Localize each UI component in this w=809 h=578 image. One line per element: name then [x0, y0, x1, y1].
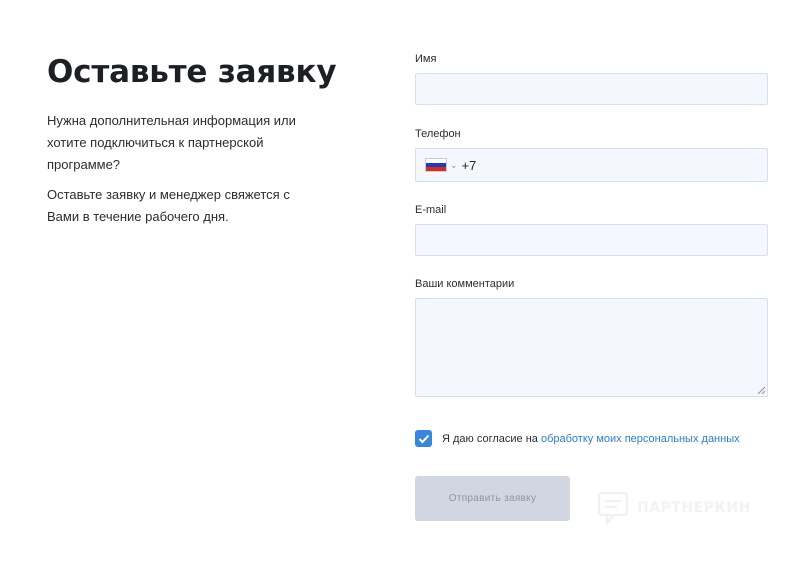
name-input[interactable] [415, 73, 768, 105]
watermark: ПАРТНЕРКИН [597, 491, 751, 525]
info-panel: Оставьте заявку Нужна дополнительная инф… [47, 50, 337, 236]
privacy-policy-link[interactable]: обработку моих персональных данных [541, 433, 740, 445]
consent-checkbox[interactable] [415, 430, 432, 447]
resize-grip-icon[interactable] [757, 386, 765, 394]
submit-button[interactable]: Отправить заявку [415, 476, 570, 521]
phone-input[interactable]: ⌄ +7 [415, 148, 768, 182]
info-paragraph-1: Нужна дополнительная информация или хоти… [47, 113, 296, 172]
info-paragraph-2: Оставьте заявку и менеджер свяжется с Ва… [47, 187, 290, 224]
consent-label: Я даю согласие на [442, 432, 541, 445]
consent-row: Я даю согласие на обработку моих персона… [415, 430, 775, 447]
consent-text: Я даю согласие на обработку моих персона… [442, 433, 740, 445]
comment-textarea[interactable] [415, 298, 768, 397]
checkmark-icon [418, 434, 429, 443]
partnerkin-logo-icon [597, 491, 629, 525]
russia-flag-icon[interactable] [425, 158, 447, 172]
phone-country-code: +7 [461, 157, 477, 173]
name-label: Имя [415, 53, 437, 65]
email-input[interactable] [415, 224, 768, 256]
page-title: Оставьте заявку [47, 54, 337, 90]
watermark-text: ПАРТНЕРКИН [637, 500, 751, 516]
comment-label: Ваши комментарии [415, 278, 515, 290]
phone-label: Телефон [415, 128, 461, 140]
email-label: E-mail [415, 204, 447, 216]
chevron-down-icon[interactable]: ⌄ [450, 160, 458, 170]
